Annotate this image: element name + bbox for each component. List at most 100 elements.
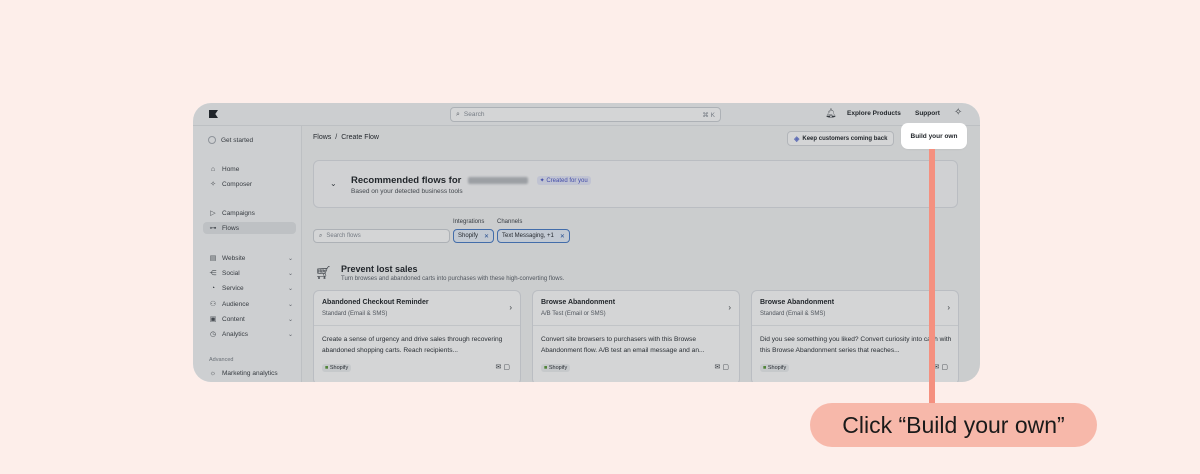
breadcrumb-current: Create Flow <box>341 134 379 141</box>
integration-tag-label: Shopify <box>329 365 349 371</box>
divider <box>752 325 958 326</box>
sidebar-item-analytics[interactable]: ◷ Analytics ⌄ <box>208 328 296 340</box>
channel-icons: ✉▢ <box>496 363 513 371</box>
bell-icon[interactable]: 🔔︎ <box>825 108 836 119</box>
support-link[interactable]: Support <box>915 110 940 117</box>
sidebar-item-content[interactable]: ▣ Content ⌄ <box>208 313 296 325</box>
sidebar-item-label: Campaigns <box>222 209 255 217</box>
chevron-right-icon[interactable]: › <box>947 303 950 312</box>
website-icon: ▤ <box>209 255 217 262</box>
callout-pointer <box>929 149 935 411</box>
chevron-down-icon: ⌄ <box>287 331 293 338</box>
chevron-right-icon[interactable]: › <box>509 303 512 312</box>
sidebar-item-label: Content <box>222 315 245 323</box>
flow-card-title: Browse Abandonment <box>541 299 616 306</box>
integrations-label: Integrations <box>453 219 485 225</box>
search-icon: ⌕ <box>456 110 460 118</box>
ai-sparkle-icon[interactable]: ✧ <box>954 107 962 118</box>
sidebar-item-label: Social <box>222 269 240 277</box>
explore-products-link[interactable]: Explore Products <box>847 110 901 117</box>
flow-card[interactable]: Abandoned Checkout Reminder Standard (Em… <box>313 290 521 382</box>
shopify-icon: ■ <box>763 365 767 371</box>
cart-icon: 🛒︎ <box>315 265 332 280</box>
recommended-title-text: Recommended flows for <box>351 175 462 186</box>
sidebar-item-audience[interactable]: ⚇ Audience ⌄ <box>208 298 296 310</box>
integration-tag-label: Shopify <box>548 365 568 371</box>
flow-card[interactable]: Browse Abandonment Standard (Email & SMS… <box>751 290 959 382</box>
chevron-down-icon: ⌄ <box>287 255 293 262</box>
app-window: ⌕ Search ⌘ K 🔔︎ Explore Products Support… <box>193 103 980 382</box>
sidebar-item-label: Service <box>222 284 244 292</box>
integration-tag: ■ Shopify <box>322 364 352 372</box>
sms-icon: ▢ <box>722 364 731 371</box>
badge-label: Created for you <box>546 177 588 184</box>
integration-tag: ■ Shopify <box>541 364 571 372</box>
sidebar-item-campaigns[interactable]: ▷ Campaigns <box>208 207 296 219</box>
chevron-down-icon: ⌄ <box>287 316 293 323</box>
sidebar-item-flows[interactable]: ⊶ Flows <box>203 222 296 234</box>
breadcrumb: Flows / Create Flow <box>313 134 379 141</box>
breadcrumb-flows-link[interactable]: Flows <box>313 134 331 141</box>
sidebar-item-label: Home <box>222 165 240 173</box>
recommended-flows-panel[interactable]: ⌄ Recommended flows for ✦ Created for yo… <box>313 160 958 208</box>
sidebar-item-get-started[interactable]: Get started <box>208 134 296 146</box>
close-icon[interactable]: ✕ <box>560 233 565 240</box>
integration-filter-chip[interactable]: Shopify ✕ <box>453 229 495 243</box>
sparkle-icon: ✦ <box>539 177 545 184</box>
service-icon: ◔ <box>210 284 216 292</box>
analytics-icon: ◷ <box>209 331 217 338</box>
sidebar-item-label: Analytics <box>222 330 249 338</box>
redacted-store-name <box>467 176 528 184</box>
channels-label: Channels <box>497 219 523 225</box>
instruction-callout: Click “Build your own” <box>810 403 1097 447</box>
audience-icon: ⚇ <box>209 301 217 308</box>
brand-logo-icon[interactable] <box>209 110 218 118</box>
top-bar: ⌕ Search ⌘ K 🔔︎ Explore Products Support… <box>193 103 980 126</box>
sidebar-item-marketing-analytics[interactable]: ☼ Marketing analytics <box>208 367 296 379</box>
chevron-down-icon[interactable]: ⌄ <box>330 179 337 188</box>
flow-card[interactable]: Browse Abandonment A/B Test (Email or SM… <box>532 290 740 382</box>
channel-icons: ✉▢ <box>715 363 732 371</box>
keep-customers-button[interactable]: ◈ Keep customers coming back <box>787 131 895 146</box>
home-icon: ⌂ <box>210 165 216 173</box>
divider <box>314 325 520 326</box>
flow-card-title: Browse Abandonment <box>760 299 835 306</box>
sms-icon: ▢ <box>503 364 512 371</box>
flow-card-title: Abandoned Checkout Reminder <box>322 299 429 306</box>
flow-card-type: Standard (Email & SMS) <box>322 311 388 317</box>
flow-card-description: Create a sense of urgency and drive sale… <box>322 336 503 354</box>
sidebar-item-social[interactable]: ⋲ Social ⌄ <box>208 267 296 279</box>
sidebar-section-advanced: Advanced <box>209 357 234 363</box>
search-flows-input[interactable]: ⌕ Search flows <box>313 229 450 243</box>
global-search-input[interactable]: ⌕ Search ⌘ K <box>450 107 721 122</box>
created-for-you-badge: ✦ Created for you <box>536 175 591 185</box>
sidebar-item-label: Flows <box>222 224 239 232</box>
chevron-down-icon: ⌄ <box>287 301 293 308</box>
search-flows-placeholder: Search flows <box>326 233 361 239</box>
chevron-right-icon[interactable]: › <box>728 303 731 312</box>
chevron-down-icon: ⌄ <box>287 270 293 277</box>
sidebar-item-website[interactable]: ▤ Website ⌄ <box>208 252 296 264</box>
flow-card-type: Standard (Email & SMS) <box>760 311 826 317</box>
shopify-icon: ■ <box>325 365 329 371</box>
sidebar-item-label: Audience <box>222 300 250 308</box>
sidebar-item-label: Get started <box>221 136 254 144</box>
sidebar-item-composer[interactable]: ✧ Composer <box>208 178 296 190</box>
sparkle-icon: ✧ <box>210 181 216 188</box>
close-icon[interactable]: ✕ <box>484 233 489 240</box>
keep-customers-label: Keep customers coming back <box>802 135 888 142</box>
chip-label: Text Messaging, +1 <box>502 233 554 239</box>
recommended-title: Recommended flows for ✦ Created for you <box>351 175 591 186</box>
social-icon: ⋲ <box>209 270 217 277</box>
sidebar-item-service[interactable]: ◔ Service ⌄ <box>208 282 296 294</box>
sidebar-item-home[interactable]: ⌂ Home <box>208 163 296 175</box>
content-icon: ▣ <box>209 316 217 323</box>
integration-tag-label: Shopify <box>767 365 787 371</box>
sms-icon: ▢ <box>941 364 950 371</box>
recommended-subtitle: Based on your detected business tools <box>351 188 463 195</box>
build-your-own-button[interactable]: Build your own <box>903 125 965 147</box>
send-icon: ▷ <box>210 210 216 217</box>
search-shortcut: ⌘ K <box>702 111 715 119</box>
sidebar-item-label: Website <box>222 254 246 262</box>
channel-filter-chip[interactable]: Text Messaging, +1 ✕ <box>497 229 570 243</box>
